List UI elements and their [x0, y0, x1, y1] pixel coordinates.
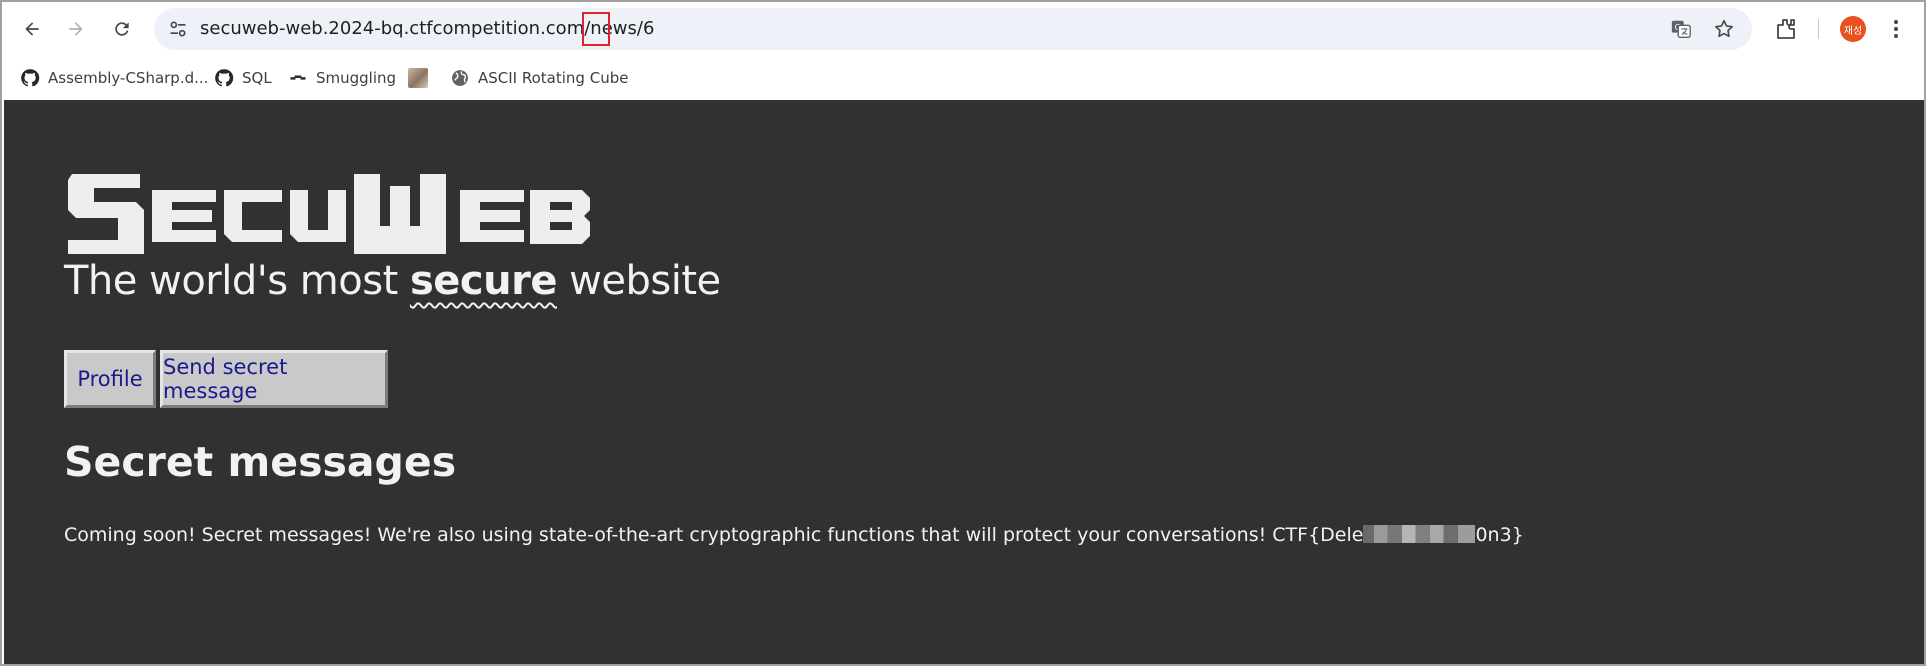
bookmarks-bar: Assembly-CSharp.d... SQL Smuggling ASCII… [2, 56, 1924, 100]
github-icon [215, 69, 234, 87]
tagline-emphasis: secure [409, 258, 557, 304]
reload-button[interactable] [105, 12, 139, 46]
site-settings-icon[interactable] [168, 19, 188, 39]
bookmark-image[interactable] [406, 64, 430, 92]
forward-button[interactable] [59, 12, 93, 46]
browser-window: secuweb-web.2024-bq.ctfcompetition.com/n… [0, 0, 1926, 666]
reload-icon [115, 22, 129, 36]
bookmark-label: Smuggling [316, 69, 397, 87]
back-button[interactable] [15, 12, 49, 46]
send-secret-message-button[interactable]: Send secret message [160, 350, 388, 408]
bookmark-sql[interactable]: SQL [212, 64, 274, 92]
bookmark-label: SQL [242, 69, 272, 87]
bookmark-label: ASCII Rotating Cube [478, 69, 629, 87]
profile-button[interactable]: Profile [64, 350, 156, 408]
arrow-left-icon [25, 22, 39, 36]
tagline-post: website [556, 258, 721, 304]
bookmark-assembly[interactable]: Assembly-CSharp.d... [18, 64, 210, 92]
smuggling-icon [290, 75, 306, 80]
browser-toolbar: secuweb-web.2024-bq.ctfcompetition.com/n… [2, 2, 1924, 56]
url-text: secuweb-web.2024-bq.ctfcompetition.com/n… [200, 8, 654, 50]
image-thumbnail-icon [408, 68, 428, 88]
body-text-post: 0n3} [1475, 524, 1524, 546]
news-body-text: Coming soon! Secret messages! We're also… [64, 524, 1524, 546]
profile-avatar[interactable]: 재성 [1840, 16, 1866, 42]
extensions-icon[interactable] [1774, 17, 1798, 41]
tagline-pre: The world's most [64, 258, 410, 304]
bookmark-ascii-cube[interactable]: ASCII Rotating Cube [448, 64, 630, 92]
tagline: The world's most secure website [64, 258, 721, 304]
bookmark-smuggling[interactable]: Smuggling [286, 64, 398, 92]
toolbar-divider [1818, 19, 1819, 39]
translate-icon[interactable]: G [1670, 18, 1692, 40]
section-title: Secret messages [64, 438, 457, 486]
address-bar[interactable]: secuweb-web.2024-bq.ctfcompetition.com/n… [154, 8, 1752, 50]
secuweb-logo [68, 174, 590, 254]
kebab-menu-icon[interactable] [1884, 17, 1908, 41]
url-host: secuweb-web.2024-bq.ctfcompetition.com/n… [200, 18, 643, 39]
arrow-right-icon [69, 22, 83, 36]
page-content: The world's most secure website Profile … [4, 100, 1924, 664]
url-path-highlighted: 6 [642, 18, 655, 39]
redacted-region [1363, 525, 1476, 543]
bookmark-label: Assembly-CSharp.d... [48, 69, 209, 87]
globe-icon [452, 70, 468, 86]
bookmark-star-icon[interactable] [1713, 18, 1735, 40]
body-text-pre: Coming soon! Secret messages! We're also… [64, 524, 1364, 546]
github-icon [21, 69, 40, 87]
